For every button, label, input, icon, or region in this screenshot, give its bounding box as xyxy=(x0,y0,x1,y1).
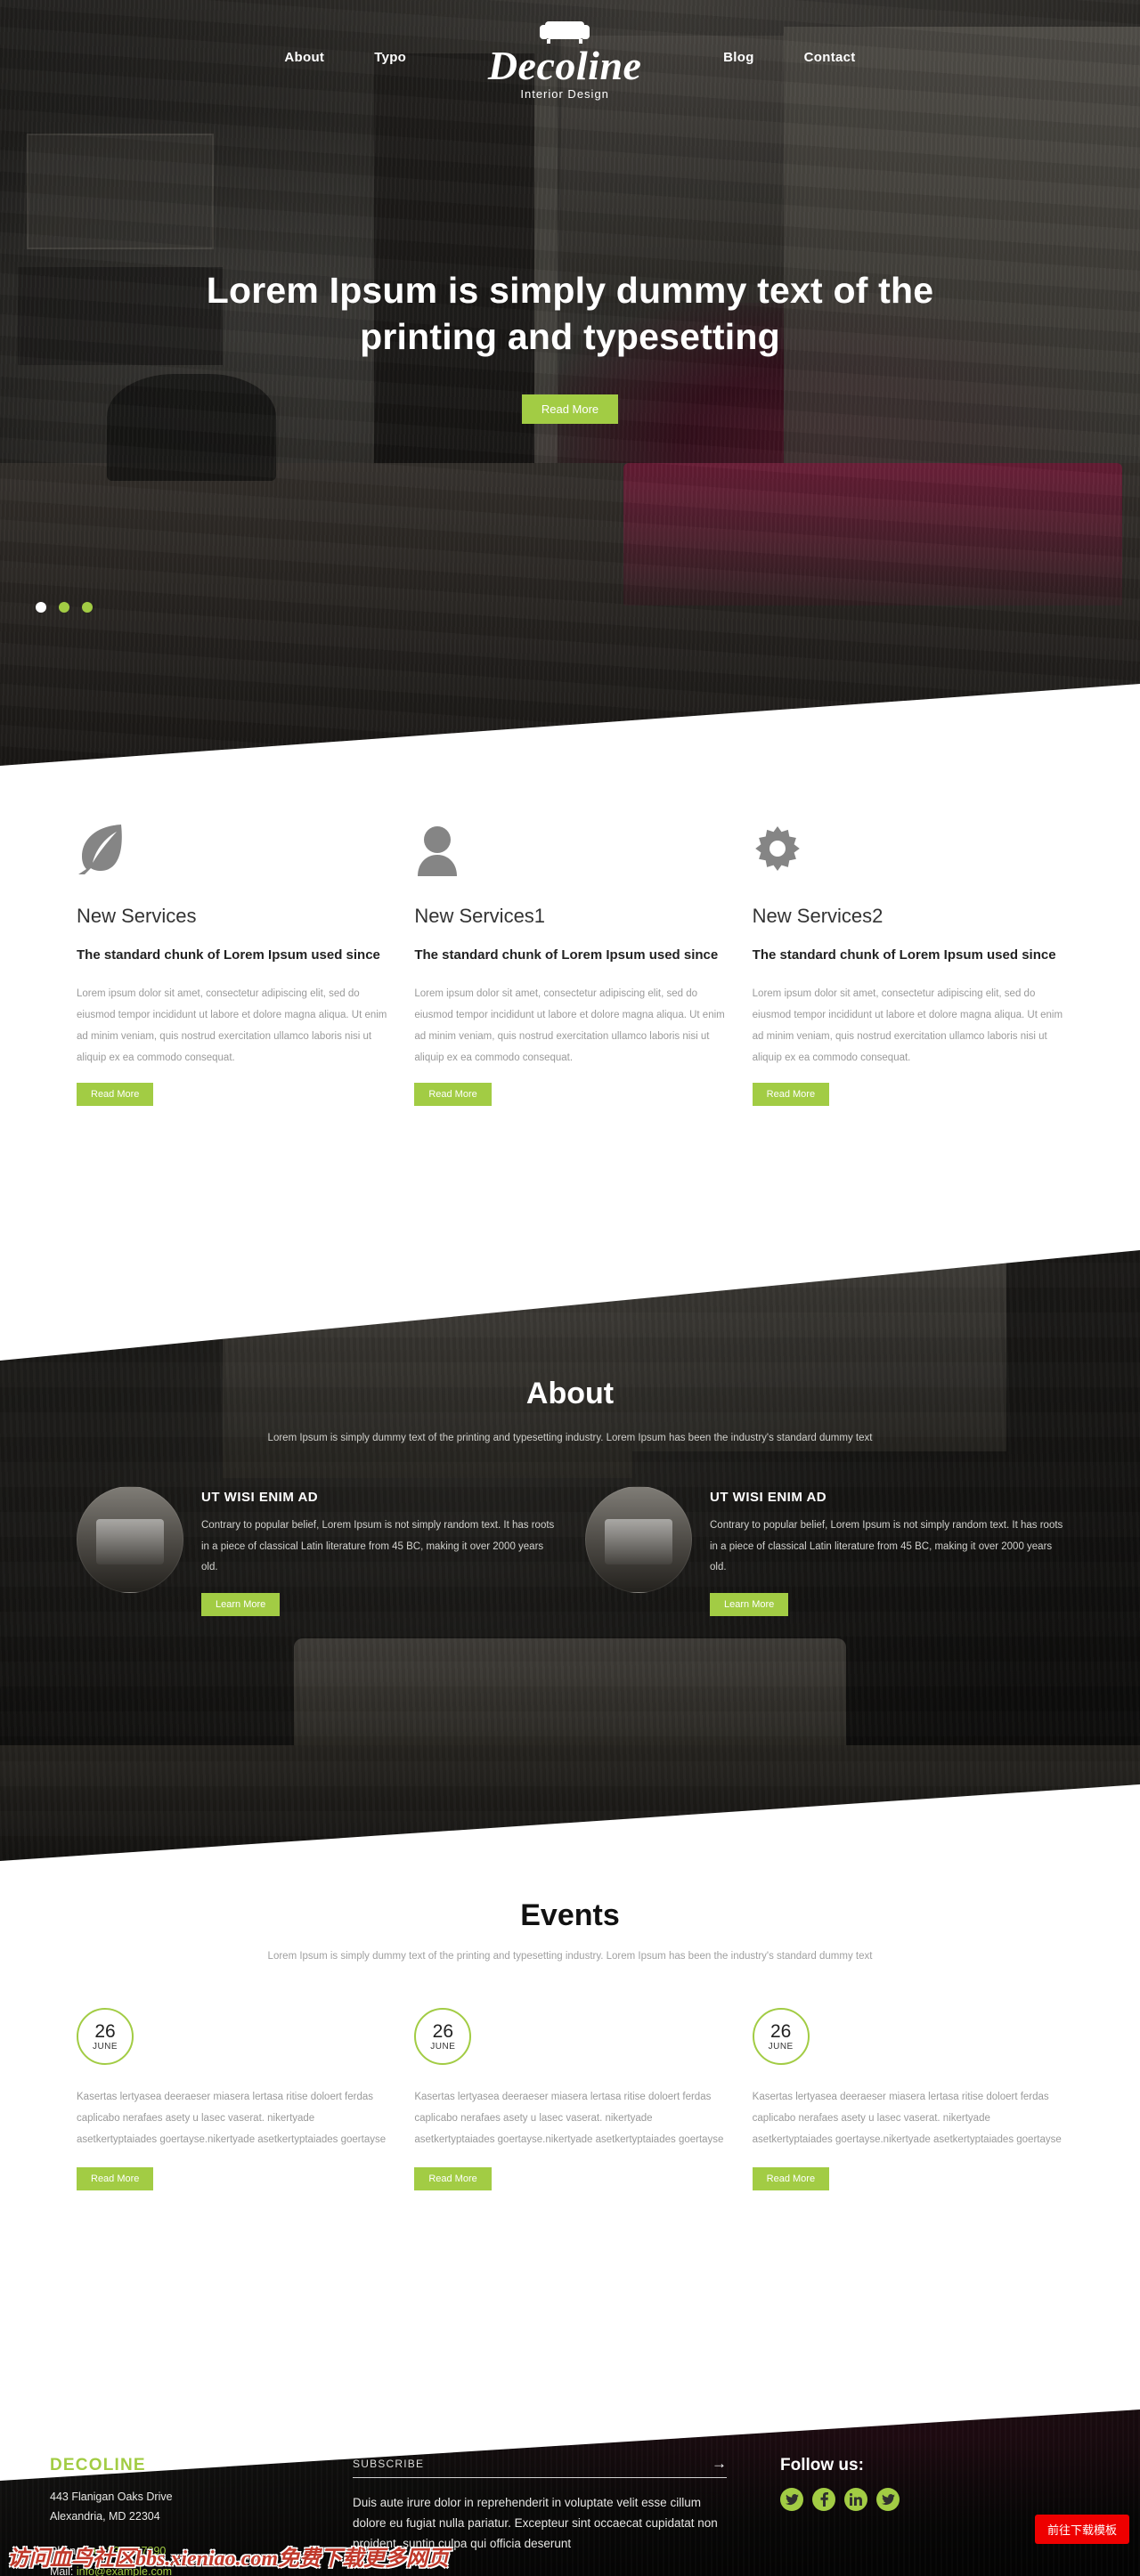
event-day: 26 xyxy=(770,2020,792,2042)
brand-name: Decoline xyxy=(487,43,642,88)
event-text: Kasertas lertyasea deeraeser miasera ler… xyxy=(414,2092,724,2146)
about-subtitle: Lorem Ipsum is simply dummy text of the … xyxy=(267,1433,873,1443)
about-learn-more-button[interactable]: Learn More xyxy=(710,1592,789,1616)
footer-address: 443 Flanigan Oaks Drive Alexandria, MD 2… xyxy=(50,2488,317,2527)
events-subtitle: Lorem Ipsum is simply dummy text of the … xyxy=(267,1951,873,1962)
brand-logo[interactable]: Decoline Interior Design xyxy=(431,12,698,101)
about-feature-2: UT WISI ENIM AD Contrary to popular beli… xyxy=(585,1486,1063,1616)
service-subtitle: The standard chunk of Lorem Ipsum used s… xyxy=(414,947,719,963)
services-row: New Services The standard chunk of Lorem… xyxy=(77,766,1063,1107)
sofa-icon xyxy=(540,21,590,44)
event-date-badge: 26 JUNE xyxy=(77,2008,134,2066)
event-read-more-button[interactable]: Read More xyxy=(752,2166,830,2190)
service-read-more-button[interactable]: Read More xyxy=(414,1083,492,1107)
event-month: JUNE xyxy=(430,2041,456,2052)
service-read-more-button[interactable]: Read More xyxy=(752,1083,830,1107)
services-section: New Services The standard chunk of Lorem… xyxy=(0,766,1140,1264)
event-month: JUNE xyxy=(92,2041,118,2052)
service-card-2: New Services1 The standard chunk of Lore… xyxy=(414,809,725,1107)
site-watermark: 访问血鸟社区bbs.xieniao.com免费下载更多网页 xyxy=(7,2548,449,2571)
service-text: Lorem ipsum dolor sit amet, consectetur … xyxy=(414,987,725,1064)
event-text: Kasertas lertyasea deeraeser miasera ler… xyxy=(77,2092,387,2146)
about-section: About Lorem Ipsum is simply dummy text o… xyxy=(0,1247,1140,1861)
hero-section: About Typo Decoline Interior Design Blog… xyxy=(0,0,1140,766)
nav-item-blog[interactable]: Blog xyxy=(698,50,779,65)
slider-dot-3[interactable] xyxy=(82,602,93,613)
event-date-badge: 26 JUNE xyxy=(414,2008,472,2066)
footer-logo: DECOLINE xyxy=(50,2456,146,2474)
about-feature-1: UT WISI ENIM AD Contrary to popular beli… xyxy=(77,1486,555,1616)
service-title: New Services xyxy=(77,905,197,927)
about-feature-heading: UT WISI ENIM AD xyxy=(710,1490,827,1506)
service-read-more-button[interactable]: Read More xyxy=(77,1083,154,1107)
person-icon xyxy=(414,809,725,876)
service-subtitle: The standard chunk of Lorem Ipsum used s… xyxy=(752,947,1056,963)
events-section: Events Lorem Ipsum is simply dummy text … xyxy=(0,1861,1140,2404)
about-columns: UT WISI ENIM AD Contrary to popular beli… xyxy=(0,1449,1140,1616)
event-day: 26 xyxy=(94,2020,116,2042)
nav-item-contact[interactable]: Contact xyxy=(779,50,881,65)
leaf-icon xyxy=(77,809,387,876)
about-feature-text: Contrary to popular belief, Lorem Ipsum … xyxy=(710,1520,1063,1573)
hero-content: Lorem Ipsum is simply dummy text of the … xyxy=(0,267,1140,424)
twitter-icon[interactable] xyxy=(876,2488,900,2511)
event-card: 26 JUNE Kasertas lertyasea deeraeser mia… xyxy=(414,2008,725,2190)
download-template-button[interactable]: 前往下载模板 xyxy=(1034,2515,1129,2544)
events-title: Events xyxy=(520,1898,620,1932)
brand-tagline: Interior Design xyxy=(520,86,609,101)
linkedin-icon[interactable] xyxy=(844,2488,867,2511)
hero-read-more-button[interactable]: Read More xyxy=(521,394,619,424)
about-thumbnail-image xyxy=(77,1486,183,1594)
twitter-icon[interactable] xyxy=(780,2488,803,2511)
service-text: Lorem ipsum dolor sit amet, consectetur … xyxy=(752,987,1063,1064)
hero-title: Lorem Ipsum is simply dummy text of the … xyxy=(206,270,934,358)
event-text: Kasertas lertyasea deeraeser miasera ler… xyxy=(752,2092,1062,2146)
event-date-badge: 26 JUNE xyxy=(752,2008,810,2066)
slider-dot-1[interactable] xyxy=(36,602,46,613)
social-links xyxy=(780,2488,1090,2511)
service-card-1: New Services The standard chunk of Lorem… xyxy=(77,809,387,1107)
event-day: 26 xyxy=(432,2020,453,2042)
subscribe-input[interactable] xyxy=(353,2457,712,2470)
nav-item-about[interactable]: About xyxy=(259,50,349,65)
event-read-more-button[interactable]: Read More xyxy=(414,2166,492,2190)
event-card: 26 JUNE Kasertas lertyasea deeraeser mia… xyxy=(77,2008,387,2190)
about-content: About Lorem Ipsum is simply dummy text o… xyxy=(0,1247,1140,1616)
about-title: About xyxy=(525,1377,615,1410)
service-subtitle: The standard chunk of Lorem Ipsum used s… xyxy=(77,947,380,963)
service-text: Lorem ipsum dolor sit amet, consectetur … xyxy=(77,987,387,1064)
events-row: 26 JUNE Kasertas lertyasea deeraeser mia… xyxy=(77,1967,1063,2190)
gear-icon xyxy=(753,809,1063,876)
slider-dot-2[interactable] xyxy=(59,602,69,613)
slider-dots xyxy=(36,602,93,613)
facebook-icon[interactable] xyxy=(812,2488,835,2511)
main-navigation: About Typo Decoline Interior Design Blog… xyxy=(0,0,1140,134)
events-header: Events Lorem Ipsum is simply dummy text … xyxy=(77,1861,1063,1967)
about-learn-more-button[interactable]: Learn More xyxy=(201,1592,281,1616)
about-feature-text: Contrary to popular belief, Lorem Ipsum … xyxy=(201,1520,555,1573)
address-line-1: 443 Flanigan Oaks Drive xyxy=(50,2491,173,2503)
subscribe-form: → xyxy=(353,2456,727,2478)
subscribe-submit-arrow-icon[interactable]: → xyxy=(712,2456,727,2471)
service-card-3: New Services2 The standard chunk of Lore… xyxy=(752,809,1063,1107)
nav-item-typo[interactable]: Typo xyxy=(349,50,431,65)
event-month: JUNE xyxy=(768,2041,794,2052)
service-title: New Services2 xyxy=(752,905,884,927)
event-read-more-button[interactable]: Read More xyxy=(77,2166,154,2190)
service-title: New Services1 xyxy=(414,905,546,927)
address-line-2: Alexandria, MD 22304 xyxy=(50,2509,160,2523)
about-feature-heading: UT WISI ENIM AD xyxy=(201,1490,319,1506)
about-thumbnail-image xyxy=(585,1486,692,1594)
follow-us-label: Follow us: xyxy=(780,2456,864,2474)
event-card: 26 JUNE Kasertas lertyasea deeraeser mia… xyxy=(752,2008,1063,2190)
